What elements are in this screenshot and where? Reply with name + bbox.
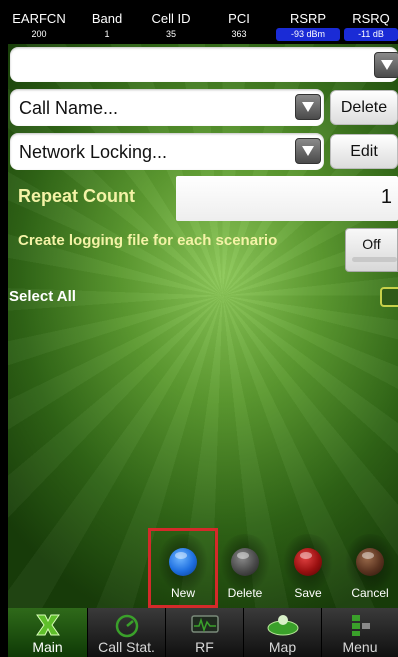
logging-toggle[interactable]: Off (345, 228, 398, 272)
band-column: Band 1 (80, 0, 134, 44)
tab-main[interactable]: Main (8, 608, 88, 657)
repeat-count-input[interactable]: 1 (176, 176, 398, 221)
tab-call-stat[interactable]: Call Stat. (88, 608, 166, 657)
brown-orb-icon (356, 548, 384, 576)
earfcn-header: EARFCN (12, 11, 66, 26)
tab-call-stat-label: Call Stat. (98, 639, 155, 655)
map-icon (267, 615, 298, 636)
x-logo-icon (35, 614, 60, 636)
toggle-track (352, 257, 397, 262)
earfcn-column: EARFCN 200 (8, 0, 70, 44)
select-all-label: Select All (9, 288, 76, 305)
cancel-button[interactable]: Cancel (345, 534, 395, 604)
tab-rf[interactable]: RF (166, 608, 244, 657)
network-locking-value: Network Locking... (19, 142, 168, 162)
rsrq-column: RSRQ -11 dB (344, 0, 398, 44)
save-button-label: Save (294, 586, 322, 600)
tab-main-label: Main (32, 639, 63, 655)
network-locking-dropdown[interactable]: Network Locking... (10, 133, 324, 170)
app-window: EARFCN 200 Band 1 Cell ID 35 PCI 363 RSR… (8, 0, 398, 657)
tab-map[interactable]: Map (244, 608, 322, 657)
select-all-checkbox[interactable] (380, 287, 398, 307)
scenario-dropdown[interactable] (10, 47, 398, 82)
pci-value: 363 (231, 29, 247, 39)
cell-id-column: Cell ID 35 (142, 0, 200, 44)
network-locking-dropdown-arrow-icon[interactable] (295, 138, 321, 164)
rsrq-header: RSRQ (352, 11, 390, 26)
menu-blocks-icon (352, 615, 370, 636)
repeat-count-label: Repeat Count (18, 186, 135, 206)
rsrp-value: -93 dBm (276, 28, 340, 41)
tab-rf-label: RF (195, 639, 214, 655)
tab-menu[interactable]: Menu (322, 608, 398, 657)
rsrq-value: -11 dB (344, 28, 398, 41)
logging-label: Create logging file for each scenario (18, 232, 278, 249)
edit-network-locking-button[interactable]: Edit (330, 134, 398, 169)
gray-orb-icon (231, 548, 259, 576)
cell-id-value: 35 (165, 29, 176, 39)
delete-call-button[interactable]: Delete (330, 90, 398, 125)
red-orb-icon (294, 548, 322, 576)
scenario-dropdown-arrow-icon[interactable] (374, 52, 398, 78)
band-value: 1 (104, 29, 110, 39)
pci-column: PCI 363 (214, 0, 264, 44)
save-button[interactable]: Save (283, 534, 333, 604)
delete-button-label: Delete (227, 586, 263, 600)
status-bar: EARFCN 200 Band 1 Cell ID 35 PCI 363 RSR… (8, 0, 398, 44)
earfcn-value: 200 (31, 29, 47, 39)
call-name-dropdown[interactable]: Call Name... (10, 89, 324, 126)
band-header: Band (91, 11, 123, 26)
cancel-button-label: Cancel (351, 586, 389, 600)
cell-id-header: Cell ID (151, 11, 191, 26)
waveform-icon (190, 615, 219, 633)
tab-menu-label: Menu (342, 639, 378, 655)
pci-header: PCI (228, 11, 250, 26)
call-name-dropdown-arrow-icon[interactable] (295, 94, 321, 120)
gauge-icon (115, 614, 138, 638)
new-button-highlight (148, 528, 218, 608)
logging-toggle-label: Off (362, 236, 381, 252)
edit-network-locking-label: Edit (350, 143, 378, 160)
delete-button[interactable]: Delete (220, 534, 270, 604)
bottom-nav: Main Call Stat. RF Map Menu (8, 608, 398, 657)
rsrp-header: RSRP (289, 11, 327, 26)
tab-map-label: Map (268, 639, 297, 655)
delete-call-label: Delete (340, 99, 388, 116)
rsrp-column: RSRP -93 dBm (276, 0, 340, 44)
call-name-value: Call Name... (19, 98, 119, 118)
